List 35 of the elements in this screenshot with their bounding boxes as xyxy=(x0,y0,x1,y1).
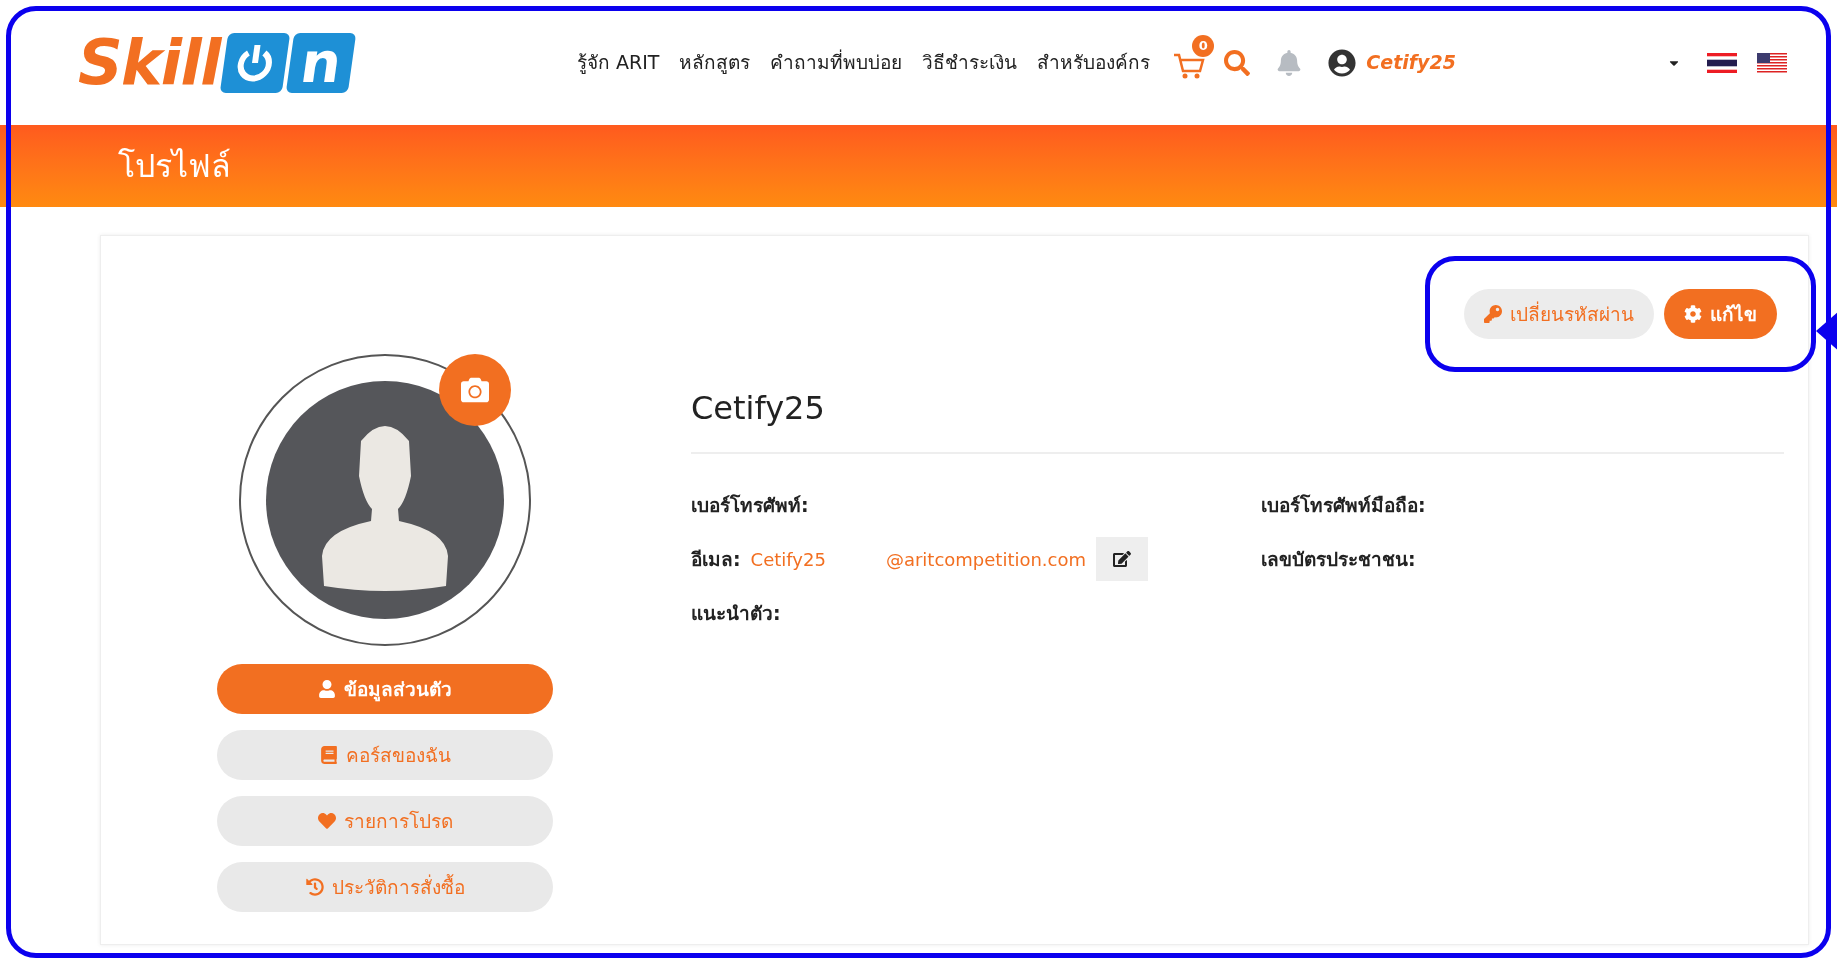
nav-link[interactable]: สำหรับองค์กร xyxy=(1037,48,1151,77)
settings-icon xyxy=(1684,305,1702,323)
field-label: เบอร์โทรศัพท์มือถือ: xyxy=(1261,492,1426,518)
cart-count-badge: 0 xyxy=(1192,34,1215,57)
profile-menu-item[interactable]: ประวัติการสั่งซื้อ xyxy=(217,862,553,912)
field-label: เลขบัตรประชาชน: xyxy=(1261,546,1416,572)
profile-menu-item[interactable]: ข้อมูลส่วนตัว xyxy=(217,664,553,714)
key-icon xyxy=(1484,305,1502,323)
nav-link[interactable]: หลักสูตร xyxy=(679,48,751,77)
edit-email-button[interactable] xyxy=(1096,537,1149,581)
change-password-button[interactable]: เปลี่ยนรหัสผ่าน xyxy=(1464,289,1654,339)
user-icon[interactable] xyxy=(1328,48,1357,77)
nav-link[interactable]: รู้จัก ARIT xyxy=(576,48,660,77)
heart-icon xyxy=(317,812,336,830)
book-icon xyxy=(319,746,338,764)
profile-name: Cetify25 xyxy=(691,384,1784,454)
page-title: โปรไฟล์ xyxy=(118,146,231,187)
profile-menu-item[interactable]: คอร์สของฉัน xyxy=(217,730,553,780)
edit-icon xyxy=(1113,550,1132,568)
camera-button[interactable] xyxy=(439,354,511,426)
us-flag-icon[interactable] xyxy=(1757,52,1787,73)
history-icon xyxy=(305,878,324,896)
user-icon xyxy=(318,680,336,698)
nav-link[interactable]: วิธีชำระเงิน xyxy=(922,48,1018,77)
field-label: อีเมล: xyxy=(691,546,741,572)
nav-link[interactable]: คำถามที่พบบ่อย xyxy=(770,48,903,77)
thai-flag-icon[interactable] xyxy=(1707,52,1737,73)
username-link[interactable]: Cetify25 xyxy=(1366,48,1456,77)
camera-icon xyxy=(461,376,489,404)
field-label: แนะนำตัว: xyxy=(691,600,781,626)
search-icon[interactable] xyxy=(1224,49,1251,76)
email-value: Cetify25 @aritcompetition.com xyxy=(750,547,1087,572)
edit-button[interactable]: แก้ไข xyxy=(1664,289,1777,339)
field-label: เบอร์โทรศัพท์: xyxy=(691,492,809,518)
profile-menu-item[interactable]: รายการโปรด xyxy=(217,796,553,846)
